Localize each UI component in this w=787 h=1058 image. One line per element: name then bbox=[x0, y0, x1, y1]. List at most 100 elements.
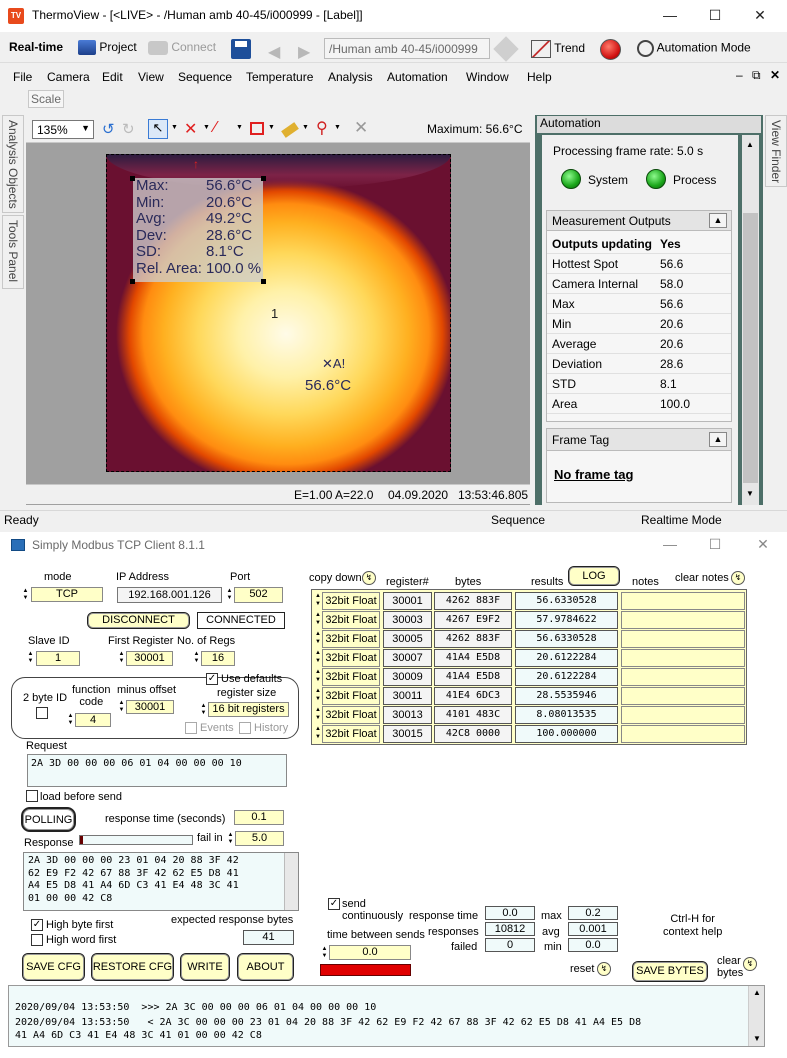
zoom-select[interactable]: 135% ▼ bbox=[32, 120, 94, 139]
spin-arrows-icon[interactable]: ▲ ▼ bbox=[320, 946, 329, 960]
resize-handle[interactable] bbox=[130, 176, 135, 181]
request-field[interactable]: 2A 3D 00 00 00 06 01 04 00 00 00 10 bbox=[27, 754, 287, 787]
undo-icon[interactable]: ↺ bbox=[102, 120, 115, 138]
data-type-select[interactable]: 32bit Float bbox=[322, 630, 380, 648]
about-button[interactable]: ABOUT bbox=[237, 953, 294, 981]
spin-arrows-icon[interactable]: ▲ ▼ bbox=[314, 649, 322, 667]
load-before-send-checkbox[interactable] bbox=[26, 790, 38, 802]
num-regs-field[interactable]: 16 bbox=[201, 651, 235, 666]
resize-handle[interactable] bbox=[261, 176, 266, 181]
tab-tools-panel[interactable]: Tools Panel bbox=[2, 215, 24, 289]
resize-handle[interactable] bbox=[130, 279, 135, 284]
select-cursor-icon[interactable]: ↖ bbox=[148, 119, 168, 139]
data-type-select[interactable]: 32bit Float bbox=[322, 611, 380, 629]
scale-button[interactable]: Scale bbox=[28, 90, 64, 108]
write-button[interactable]: WRITE bbox=[180, 953, 230, 981]
save-icon[interactable] bbox=[231, 39, 251, 59]
spin-arrows-icon[interactable]: ▲ ▼ bbox=[26, 651, 35, 665]
spin-arrows-icon[interactable]: ▲ ▼ bbox=[314, 611, 322, 629]
ruler-icon[interactable] bbox=[281, 122, 299, 138]
chevron-down-icon[interactable]: ▼ bbox=[302, 124, 309, 131]
events-checkbox[interactable] bbox=[185, 722, 197, 734]
spot-marker-icon[interactable]: ✕ bbox=[184, 119, 197, 139]
menu-window[interactable]: Window bbox=[466, 70, 509, 84]
spin-arrows-icon[interactable]: ▲ ▼ bbox=[192, 651, 201, 665]
menu-help[interactable]: Help bbox=[527, 70, 552, 84]
ip-field[interactable]: 192.168.001.126 bbox=[117, 587, 222, 603]
frame-tag-link[interactable]: No frame tag bbox=[554, 467, 633, 482]
data-type-select[interactable]: 32bit Float bbox=[322, 706, 380, 724]
spin-arrows-icon[interactable]: ▲ ▼ bbox=[314, 725, 322, 743]
data-type-select[interactable]: 32bit Float bbox=[322, 725, 380, 743]
back-arrow-icon[interactable]: ◀ bbox=[268, 42, 280, 62]
spin-arrows-icon[interactable]: ▲ ▼ bbox=[314, 592, 322, 610]
polling-button[interactable]: POLLING bbox=[21, 807, 76, 832]
first-register-field[interactable]: 30001 bbox=[126, 651, 173, 666]
spin-arrows-icon[interactable]: ▲ ▼ bbox=[314, 706, 322, 724]
diamond-icon[interactable] bbox=[493, 36, 519, 62]
forward-arrow-icon[interactable]: ▶ bbox=[298, 42, 310, 62]
collapse-icon[interactable]: ▲ bbox=[709, 432, 727, 447]
path-field[interactable]: /Human amb 40-45/i000999 bbox=[324, 38, 490, 59]
trend-button[interactable]: Trend bbox=[531, 40, 585, 58]
data-type-select[interactable]: 32bit Float bbox=[322, 687, 380, 705]
use-defaults-checkbox[interactable]: ✓ bbox=[206, 673, 218, 685]
response-scrollbar[interactable] bbox=[284, 853, 298, 910]
marker-number[interactable]: 1 bbox=[271, 306, 278, 321]
chevron-down-icon[interactable]: ▼ bbox=[268, 124, 275, 131]
disconnect-button[interactable]: DISCONNECT bbox=[87, 612, 190, 629]
register-note[interactable] bbox=[621, 611, 745, 629]
response-time-field[interactable]: 0.1 bbox=[234, 810, 284, 825]
spin-arrows-icon[interactable]: ▲ ▼ bbox=[21, 588, 30, 602]
two-byte-id-checkbox[interactable] bbox=[36, 707, 48, 719]
slave-id-field[interactable]: 1 bbox=[36, 651, 80, 666]
register-note[interactable] bbox=[621, 668, 745, 686]
chevron-down-icon[interactable]: ▼ bbox=[236, 124, 243, 131]
spin-arrows-icon[interactable]: ▲ ▼ bbox=[314, 630, 322, 648]
record-icon[interactable] bbox=[600, 39, 621, 60]
spin-arrows-icon[interactable]: ▲ ▼ bbox=[199, 703, 208, 717]
scroll-thumb[interactable] bbox=[743, 213, 758, 483]
automation-scrollbar[interactable]: ▲ ▼ bbox=[742, 135, 759, 505]
function-code-field[interactable]: 4 bbox=[75, 713, 111, 727]
response-field[interactable]: 2A 3D 00 00 00 23 01 04 20 88 3F 42 62 E… bbox=[23, 852, 299, 911]
save-cfg-button[interactable]: SAVE CFG bbox=[22, 953, 85, 981]
scroll-down-icon[interactable]: ▼ bbox=[753, 1034, 761, 1043]
mdi-close-icon[interactable]: ✕ bbox=[770, 68, 780, 82]
spin-arrows-icon[interactable]: ▲ ▼ bbox=[117, 700, 126, 714]
reset-icon[interactable]: ↯ bbox=[597, 962, 611, 976]
traffic-log[interactable]: 2020/09/04 13:53:50 >>> 2A 3C 00 00 00 0… bbox=[8, 985, 765, 1047]
mdi-minimize-icon[interactable]: – bbox=[736, 68, 743, 82]
spin-arrows-icon[interactable]: ▲ ▼ bbox=[66, 713, 75, 727]
menu-sequence[interactable]: Sequence bbox=[178, 70, 232, 84]
register-size-select[interactable]: 16 bit registers bbox=[208, 702, 289, 717]
spin-arrows-icon[interactable]: ▲ ▼ bbox=[117, 651, 126, 665]
realtime-label[interactable]: Real-time bbox=[9, 40, 63, 54]
chevron-down-icon[interactable]: ▼ bbox=[334, 124, 341, 131]
automation-mode-button[interactable]: Automation Mode bbox=[637, 40, 751, 57]
high-word-first-checkbox[interactable] bbox=[31, 934, 43, 946]
mode-select[interactable]: TCP bbox=[31, 587, 103, 602]
data-type-select[interactable]: 32bit Float bbox=[322, 592, 380, 610]
resize-handle[interactable] bbox=[261, 279, 266, 284]
menu-temperature[interactable]: Temperature bbox=[246, 70, 313, 84]
register-note[interactable] bbox=[621, 725, 745, 743]
chevron-down-icon[interactable]: ▼ bbox=[171, 124, 178, 131]
copy-down-icon[interactable]: ↯ bbox=[362, 571, 376, 585]
maximize-icon[interactable]: ☐ bbox=[700, 533, 730, 555]
spin-arrows-icon[interactable]: ▲ ▼ bbox=[225, 588, 234, 602]
log-scrollbar[interactable]: ▲ ▼ bbox=[748, 986, 764, 1046]
time-between-sends-field[interactable]: 0.0 bbox=[329, 945, 411, 960]
scroll-up-icon[interactable]: ▲ bbox=[746, 140, 754, 149]
scroll-up-icon[interactable]: ▲ bbox=[753, 988, 761, 997]
tab-view-finder[interactable]: View Finder bbox=[765, 115, 787, 187]
close-icon[interactable]: ✕ bbox=[748, 533, 778, 555]
connect-button[interactable]: Connect bbox=[148, 40, 216, 55]
minimize-icon[interactable]: — bbox=[655, 533, 685, 555]
data-type-select[interactable]: 32bit Float bbox=[322, 668, 380, 686]
minus-offset-field[interactable]: 30001 bbox=[126, 700, 174, 714]
high-byte-first-checkbox[interactable]: ✓ bbox=[31, 919, 43, 931]
menu-analysis[interactable]: Analysis bbox=[328, 70, 373, 84]
delete-icon[interactable]: ✕ bbox=[354, 118, 368, 138]
line-tool-icon[interactable]: ∕ bbox=[214, 119, 217, 137]
